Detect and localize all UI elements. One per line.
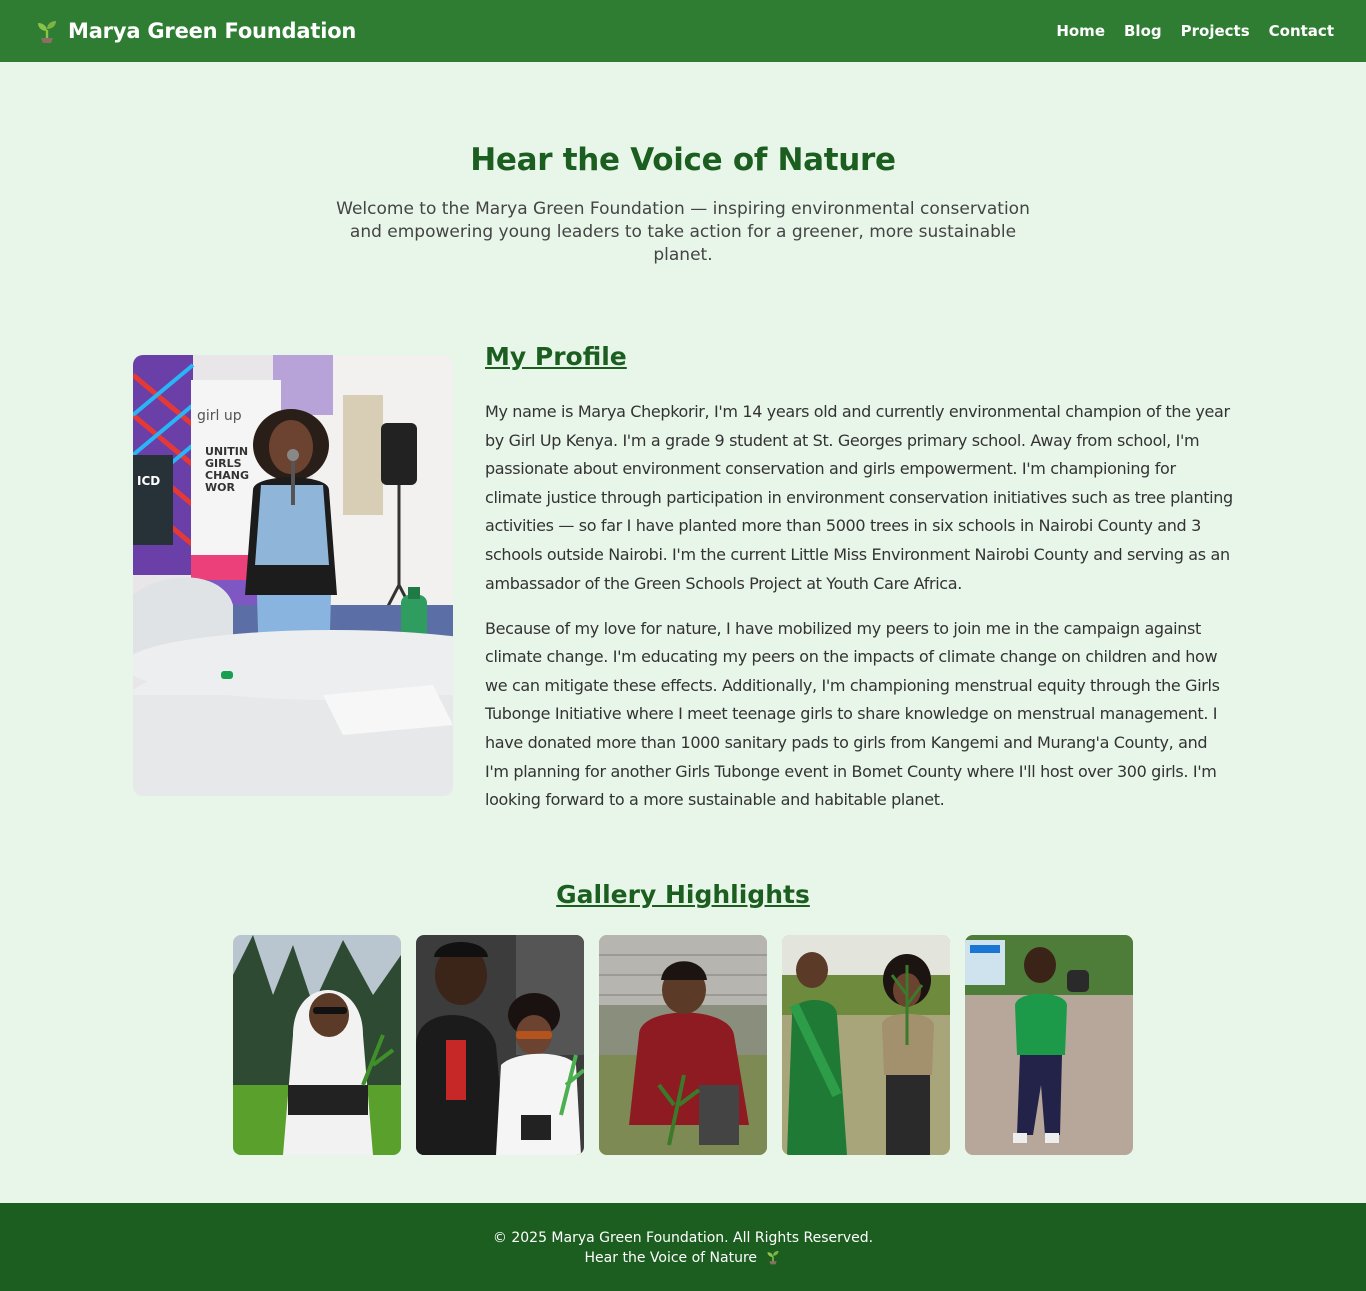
nav-blog-link[interactable]: Blog bbox=[1124, 22, 1162, 40]
svg-text:WOR: WOR bbox=[205, 481, 235, 494]
brand-title: Marya Green Foundation bbox=[68, 19, 357, 43]
banner-brand-text: girl up bbox=[197, 408, 242, 424]
footer-copyright: © 2025 Marya Green Foundation. All Right… bbox=[492, 1230, 874, 1246]
gallery-heading: Gallery Highlights bbox=[0, 880, 1366, 909]
gallery-grid bbox=[233, 935, 1133, 1155]
seedling-icon bbox=[765, 1249, 781, 1265]
footer-tagline-row: Hear the Voice of Nature bbox=[0, 1248, 1366, 1268]
site-footer: © 2025 Marya Green Foundation. All Right… bbox=[0, 1203, 1366, 1291]
site-header: Marya Green Foundation Home Blog Project… bbox=[0, 0, 1366, 62]
profile-photo: ICD girl up UNITIN GIRLS CHANG WOR bbox=[133, 355, 453, 796]
gallery-photo-3[interactable] bbox=[599, 935, 767, 1155]
hero-title: Hear the Voice of Nature bbox=[470, 142, 896, 178]
profile-paragraph-2: Because of my love for nature, I have mo… bbox=[485, 618, 1220, 810]
gallery-photo-2[interactable] bbox=[416, 935, 584, 1155]
gallery-photo-4[interactable] bbox=[782, 935, 950, 1155]
gallery-photo-5[interactable] bbox=[965, 935, 1133, 1155]
nav-projects-link[interactable]: Projects bbox=[1181, 22, 1250, 40]
svg-text:ICD: ICD bbox=[137, 474, 160, 488]
main-nav: Home Blog Projects Contact bbox=[1056, 22, 1334, 40]
nav-contact-link[interactable]: Contact bbox=[1269, 22, 1334, 40]
profile-paragraph-1: My name is Marya Chepkorir, I'm 14 years… bbox=[485, 402, 1233, 593]
gallery-heading-text: Gallery Highlights bbox=[556, 880, 810, 909]
profile-heading: My Profile bbox=[485, 342, 627, 371]
hero-subtitle: Welcome to the Marya Green Foundation — … bbox=[336, 199, 1030, 265]
nav-home-link[interactable]: Home bbox=[1056, 22, 1105, 40]
brand[interactable]: Marya Green Foundation bbox=[34, 18, 356, 44]
seedling-icon bbox=[34, 18, 60, 44]
footer-tagline: Hear the Voice of Nature bbox=[584, 1250, 758, 1266]
profile-text: My name is Marya Chepkorir, I'm 14 years… bbox=[485, 398, 1235, 831]
gallery-photo-1[interactable] bbox=[233, 935, 401, 1155]
